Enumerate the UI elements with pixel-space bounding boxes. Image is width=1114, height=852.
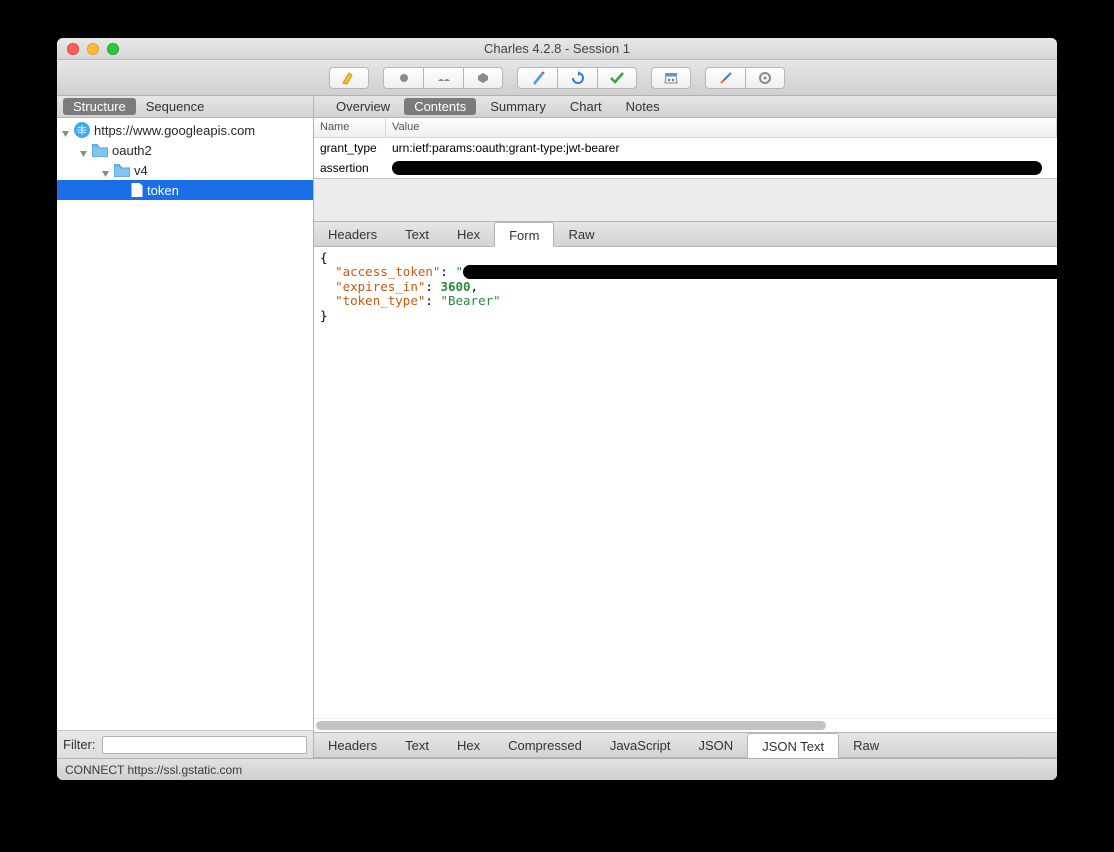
subtab-headers[interactable]: Headers — [314, 733, 391, 757]
tree-folder-v4[interactable]: v4 — [57, 160, 313, 180]
kv-value: urn:ietf:params:oauth:grant-type:jwt-bea… — [386, 141, 1057, 155]
subtab-raw[interactable]: Raw — [839, 733, 893, 757]
clear-button[interactable] — [329, 67, 369, 89]
tools-button[interactable] — [705, 67, 745, 89]
kv-name: grant_type — [314, 141, 386, 155]
tree-host-label: https://www.googleapis.com — [94, 123, 255, 138]
subtab-compressed[interactable]: Compressed — [494, 733, 596, 757]
zoom-icon[interactable] — [107, 43, 119, 55]
response-subtabs: Headers Text Hex Compressed JavaScript J… — [314, 732, 1057, 758]
subtab-text[interactable]: Text — [391, 222, 443, 246]
toolbar — [57, 60, 1057, 96]
subtab-json[interactable]: JSON — [685, 733, 748, 757]
main-content: Structure Sequence https://www.googleapi… — [57, 96, 1057, 758]
filter-bar: Filter: — [57, 730, 313, 758]
redacted-bar — [392, 161, 1042, 175]
subtab-form[interactable]: Form — [494, 222, 554, 247]
breakpoints-button[interactable] — [463, 67, 503, 89]
tree-host[interactable]: https://www.googleapis.com — [57, 120, 313, 140]
validate-button[interactable] — [597, 67, 637, 89]
kv-row[interactable]: grant_type urn:ietf:params:oauth:grant-t… — [314, 138, 1057, 158]
subtab-hex[interactable]: Hex — [443, 222, 494, 246]
filter-input[interactable] — [102, 736, 308, 754]
edit-button[interactable] — [517, 67, 557, 89]
subtab-json-text[interactable]: JSON Text — [747, 733, 839, 758]
publish-button[interactable] — [651, 67, 691, 89]
detail-panel: Overview Contents Summary Chart Notes Na… — [314, 96, 1057, 758]
window-controls — [67, 43, 119, 55]
tab-structure[interactable]: Structure — [63, 98, 136, 115]
json-expires-in: 3600 — [440, 279, 470, 294]
horizontal-scrollbar[interactable] — [314, 718, 1057, 732]
col-name[interactable]: Name — [314, 118, 386, 137]
detail-tabs: Overview Contents Summary Chart Notes — [314, 96, 1057, 118]
kv-value-redacted — [386, 161, 1057, 176]
json-token-type: Bearer — [448, 293, 493, 308]
request-tree[interactable]: https://www.googleapis.com oauth2 — [57, 118, 313, 730]
record-button[interactable] — [383, 67, 423, 89]
titlebar: Charles 4.2.8 - Session 1 — [57, 38, 1057, 60]
filter-label: Filter: — [63, 737, 96, 752]
response-body[interactable]: { "access_token": " "expires_in": 3600, … — [314, 247, 1057, 718]
tree-item-token[interactable]: token — [57, 180, 313, 200]
redacted-bar — [463, 265, 1057, 279]
subtab-raw[interactable]: Raw — [554, 222, 608, 246]
panel-divider[interactable] — [314, 179, 1057, 221]
tab-summary[interactable]: Summary — [480, 98, 556, 115]
tree-item-label: token — [147, 183, 179, 198]
window-title: Charles 4.2.8 - Session 1 — [484, 41, 630, 56]
tree-folder-label: v4 — [134, 163, 148, 178]
folder-icon — [114, 164, 130, 177]
tab-contents[interactable]: Contents — [404, 98, 476, 115]
subtab-text[interactable]: Text — [391, 733, 443, 757]
subtab-hex[interactable]: Hex — [443, 733, 494, 757]
settings-button[interactable] — [745, 67, 785, 89]
file-icon — [131, 183, 143, 197]
close-icon[interactable] — [67, 43, 79, 55]
repeat-button[interactable] — [557, 67, 597, 89]
sidebar: Structure Sequence https://www.googleapi… — [57, 96, 314, 758]
request-subtabs: Headers Text Hex Form Raw — [314, 221, 1057, 247]
tree-folder-oauth2[interactable]: oauth2 — [57, 140, 313, 160]
folder-icon — [92, 144, 108, 157]
kv-header: Name Value — [314, 118, 1057, 138]
globe-icon — [74, 122, 90, 138]
app-window: Charles 4.2.8 - Session 1 — [57, 38, 1057, 780]
status-bar: CONNECT https://ssl.gstatic.com — [57, 758, 1057, 780]
tab-notes[interactable]: Notes — [616, 98, 670, 115]
sidebar-tabs: Structure Sequence — [57, 96, 313, 118]
status-text: CONNECT https://ssl.gstatic.com — [65, 763, 242, 777]
request-panel: Name Value grant_type urn:ietf:params:oa… — [314, 118, 1057, 179]
minimize-icon[interactable] — [87, 43, 99, 55]
subtab-javascript[interactable]: JavaScript — [596, 733, 685, 757]
throttle-button[interactable] — [423, 67, 463, 89]
col-value[interactable]: Value — [386, 118, 1057, 137]
kv-row[interactable]: assertion — [314, 158, 1057, 178]
tree-folder-label: oauth2 — [112, 143, 152, 158]
subtab-headers[interactable]: Headers — [314, 222, 391, 246]
chevron-down-icon[interactable] — [79, 146, 88, 155]
tab-overview[interactable]: Overview — [326, 98, 400, 115]
chevron-down-icon[interactable] — [61, 126, 70, 135]
tab-sequence[interactable]: Sequence — [136, 98, 215, 115]
tab-chart[interactable]: Chart — [560, 98, 612, 115]
chevron-down-icon[interactable] — [101, 166, 110, 175]
kv-name: assertion — [314, 161, 386, 175]
